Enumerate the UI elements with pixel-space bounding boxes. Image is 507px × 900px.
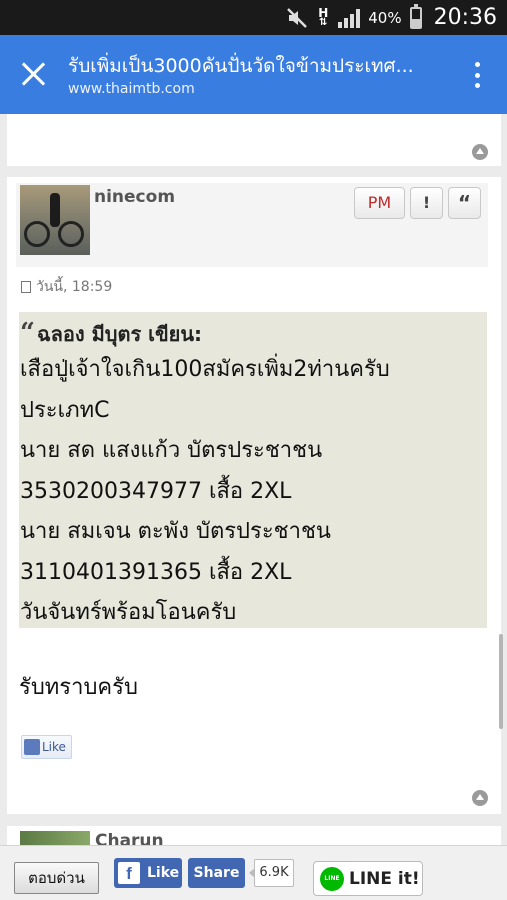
scroll-top-icon[interactable]: [472, 790, 488, 806]
quote-line: นาย สมเจน ตะพัง บัตรประชาชน: [20, 519, 331, 544]
battery-icon: [409, 3, 422, 29]
scroll-top-icon[interactable]: [472, 144, 488, 160]
status-bar: H ⇅ 40% 20:36: [0, 0, 507, 35]
page-url: www.thaimtb.com: [68, 81, 195, 97]
thumbs-up-icon: [24, 739, 40, 755]
previous-post-card: [7, 114, 501, 166]
signal-icon: [338, 8, 361, 28]
like-label: Like: [42, 740, 66, 754]
line-it-button[interactable]: LINE LINE it!: [313, 861, 423, 896]
line-icon: LINE: [320, 866, 344, 891]
app-bar: รับเพิ่มเป็น3000คันปั่นวัดใจข้ามประเทศ..…: [0, 35, 507, 114]
quote-button[interactable]: “: [448, 187, 481, 219]
clock: 20:36: [433, 5, 497, 30]
like-button[interactable]: Like: [21, 735, 72, 759]
facebook-like-button[interactable]: f Like: [114, 858, 182, 888]
quote-block: “ฉลอง มีบุตร เขียน: เสือปู่เจ้าใจเกิน100…: [19, 312, 487, 628]
line-it-label: LINE it!: [349, 868, 420, 889]
quote-line: ประเภทC: [20, 397, 110, 423]
quote-line: นาย สด แสงแก้ว บัตรประชาชน: [20, 438, 323, 463]
facebook-like-label: Like: [147, 865, 180, 881]
mute-icon: [286, 7, 308, 29]
overflow-menu-icon[interactable]: [475, 62, 481, 88]
post-header: ninecom PM ! “: [16, 183, 488, 267]
document-icon: [21, 281, 31, 293]
report-button[interactable]: !: [410, 187, 443, 219]
quote-line: 3530200347977 เสื้อ 2XL: [20, 478, 292, 504]
share-count: 6.9K: [249, 859, 294, 887]
close-icon[interactable]: [20, 61, 46, 87]
quote-line: เสือปู่เจ้าใจเกิน100สมัครเพิ่ม2ท่านครับ: [20, 357, 390, 382]
share-bar: ตอบด่วน f Like Share 6.9K LINE LINE it!: [0, 845, 507, 900]
facebook-icon: f: [118, 862, 140, 884]
network-type-icon: H ⇅: [318, 5, 329, 28]
post-username[interactable]: ninecom: [94, 187, 175, 207]
quote-mark-icon: “: [20, 318, 35, 348]
battery-percent: 40%: [368, 8, 402, 27]
post-body: รับทราบครับ: [19, 675, 138, 700]
post-date-text: วันนี้, 18:59: [36, 279, 113, 295]
quote-header: “ฉลอง มีบุตร เขียน:: [20, 316, 487, 350]
post-date: วันนี้, 18:59: [21, 276, 112, 298]
post-card: ninecom PM ! “ วันนี้, 18:59 “ฉลอง มีบุต…: [7, 177, 501, 814]
quick-reply-button[interactable]: ตอบด่วน: [14, 862, 99, 894]
avatar[interactable]: [20, 185, 90, 255]
scrollbar[interactable]: [499, 634, 503, 729]
quote-line: 3110401391365 เสื้อ 2XL: [20, 559, 292, 585]
page-title: รับเพิ่มเป็น3000คันปั่นวัดใจข้ามประเทศ..…: [68, 55, 414, 77]
facebook-share-button[interactable]: Share: [188, 858, 245, 888]
quote-line: วันจันทร์พร้อมโอนครับ: [20, 600, 237, 625]
quote-author: ฉลอง มีบุตร เขียน:: [36, 322, 203, 346]
pm-button[interactable]: PM: [354, 187, 405, 219]
